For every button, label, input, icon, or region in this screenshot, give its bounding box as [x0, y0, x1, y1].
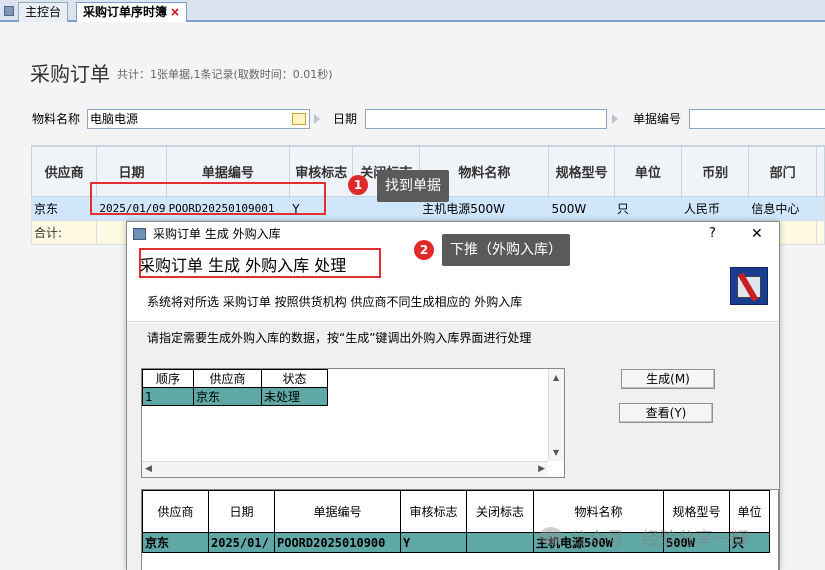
col-status[interactable]: 状态 — [261, 369, 328, 388]
close-icon[interactable]: ✕ — [751, 222, 763, 246]
cell: 京东 — [193, 387, 262, 406]
close-icon[interactable]: × — [170, 5, 180, 19]
page-title: 采购订单 — [30, 62, 110, 86]
cell: 信息中心 — [748, 196, 817, 221]
annotation-push-down: 下推（外购入库） — [442, 234, 570, 266]
cell: 京东 — [142, 532, 209, 553]
cell — [816, 196, 825, 221]
cell: 2025/01/ — [208, 532, 275, 553]
cell — [466, 532, 534, 553]
tab-label: 主控台 — [25, 5, 62, 19]
grid-header: 顺序 供应商 状态 — [142, 369, 328, 388]
material-value: 电脑电源 — [90, 112, 139, 126]
highlight-box — [139, 248, 381, 278]
lookup-icon[interactable] — [292, 113, 306, 125]
material-label: 物料名称 — [32, 112, 81, 126]
col-supplier[interactable]: 供应商 — [31, 146, 98, 197]
view-button[interactable]: 查看(Y) — [619, 403, 713, 423]
dialog-title: 采购订单 生成 外购入库 — [153, 227, 281, 241]
arrow-icon — [612, 114, 618, 124]
cell: 500W — [548, 196, 615, 221]
scroll-down-icon[interactable]: ▼ — [553, 448, 559, 457]
tab-bar: 主控台 采购订单序时簿 × — [0, 0, 825, 22]
scroll-left-icon[interactable]: ◀ — [145, 464, 152, 474]
col-supplier[interactable]: 供应商 — [193, 369, 262, 388]
cell: POORD2025010900 — [274, 532, 401, 553]
wizard-icon — [730, 267, 768, 305]
record-summary: 共计：1张单据,1条记录(取数时间：0.01秒) — [117, 68, 333, 81]
table-row[interactable]: 1 京东 未处理 — [142, 387, 328, 406]
annotation-find-bill: 找到单据 — [377, 170, 449, 202]
cell: 未处理 — [261, 387, 328, 406]
col-dept[interactable]: 部门 — [748, 146, 817, 197]
highlight-box — [90, 182, 326, 215]
sum-label: 合计: — [31, 220, 98, 245]
push-down-dialog: 采购订单 生成 外购入库 ? ✕ 采购订单 生成 外购入库 处理 系统将对所选 … — [126, 221, 780, 570]
col-audit[interactable]: 审核标志 — [400, 490, 467, 533]
billno-input[interactable] — [689, 109, 825, 129]
cell: Y — [400, 532, 467, 553]
col-spec[interactable]: 规格型号 — [548, 146, 615, 197]
supplier-grid: 顺序 供应商 状态 1 京东 未处理 ▲ ▼ ◀ ▶ — [141, 368, 565, 478]
cell: 1 — [142, 387, 194, 406]
billno-label: 单据编号 — [633, 112, 682, 126]
dialog-description: 系统将对所选 采购订单 按照供货机构 供应商不同生成相应的 外购入库 — [147, 295, 523, 309]
watermark: 公众号 · 经验分享一辉 — [570, 529, 750, 550]
step-badge-1: 1 — [348, 175, 368, 195]
cell: 京东 — [31, 196, 98, 221]
col-unit[interactable]: 单位 — [613, 146, 682, 197]
help-button[interactable]: ? — [709, 222, 716, 246]
cell: 只 — [613, 196, 682, 221]
col-billno[interactable]: 单据编号 — [274, 490, 401, 533]
col-date[interactable]: 日期 — [208, 490, 275, 533]
col-supplier[interactable]: 供应商 — [142, 490, 209, 533]
scroll-right-icon[interactable]: ▶ — [538, 464, 545, 474]
col-close[interactable]: 关闭标志 — [466, 490, 534, 533]
scroll-up-icon[interactable]: ▲ — [553, 373, 559, 382]
material-input[interactable]: 电脑电源 — [87, 109, 310, 129]
col-currency[interactable]: 币别 — [680, 146, 750, 197]
generate-button[interactable]: 生成(M) — [621, 369, 715, 389]
cell: 人民币 — [680, 196, 750, 221]
date-label: 日期 — [333, 112, 358, 126]
vertical-scrollbar[interactable]: ▲ ▼ — [548, 369, 564, 461]
tab-console[interactable]: 主控台 — [18, 2, 69, 22]
step-badge-2: 2 — [414, 240, 434, 260]
app-window: 主控台 采购订单序时簿 × 采购订单 共计：1张单据,1条记录(取数时间：0.01… — [0, 0, 825, 570]
dialog-instruction: 请指定需要生成外购入库的数据，按“生成”键调出外购入库界面进行处理 — [147, 331, 532, 345]
col-more — [816, 146, 825, 197]
menu-icon[interactable] — [4, 6, 14, 16]
wechat-icon — [540, 527, 562, 545]
col-seq[interactable]: 顺序 — [142, 369, 194, 388]
tab-purchase-orders[interactable]: 采购订单序时簿 × — [76, 2, 188, 22]
horizontal-scrollbar[interactable]: ◀ ▶ — [142, 461, 548, 477]
tab-label: 采购订单序时簿 — [83, 5, 168, 19]
dialog-icon — [133, 228, 146, 240]
arrow-icon — [314, 114, 320, 124]
date-input[interactable] — [365, 109, 607, 129]
